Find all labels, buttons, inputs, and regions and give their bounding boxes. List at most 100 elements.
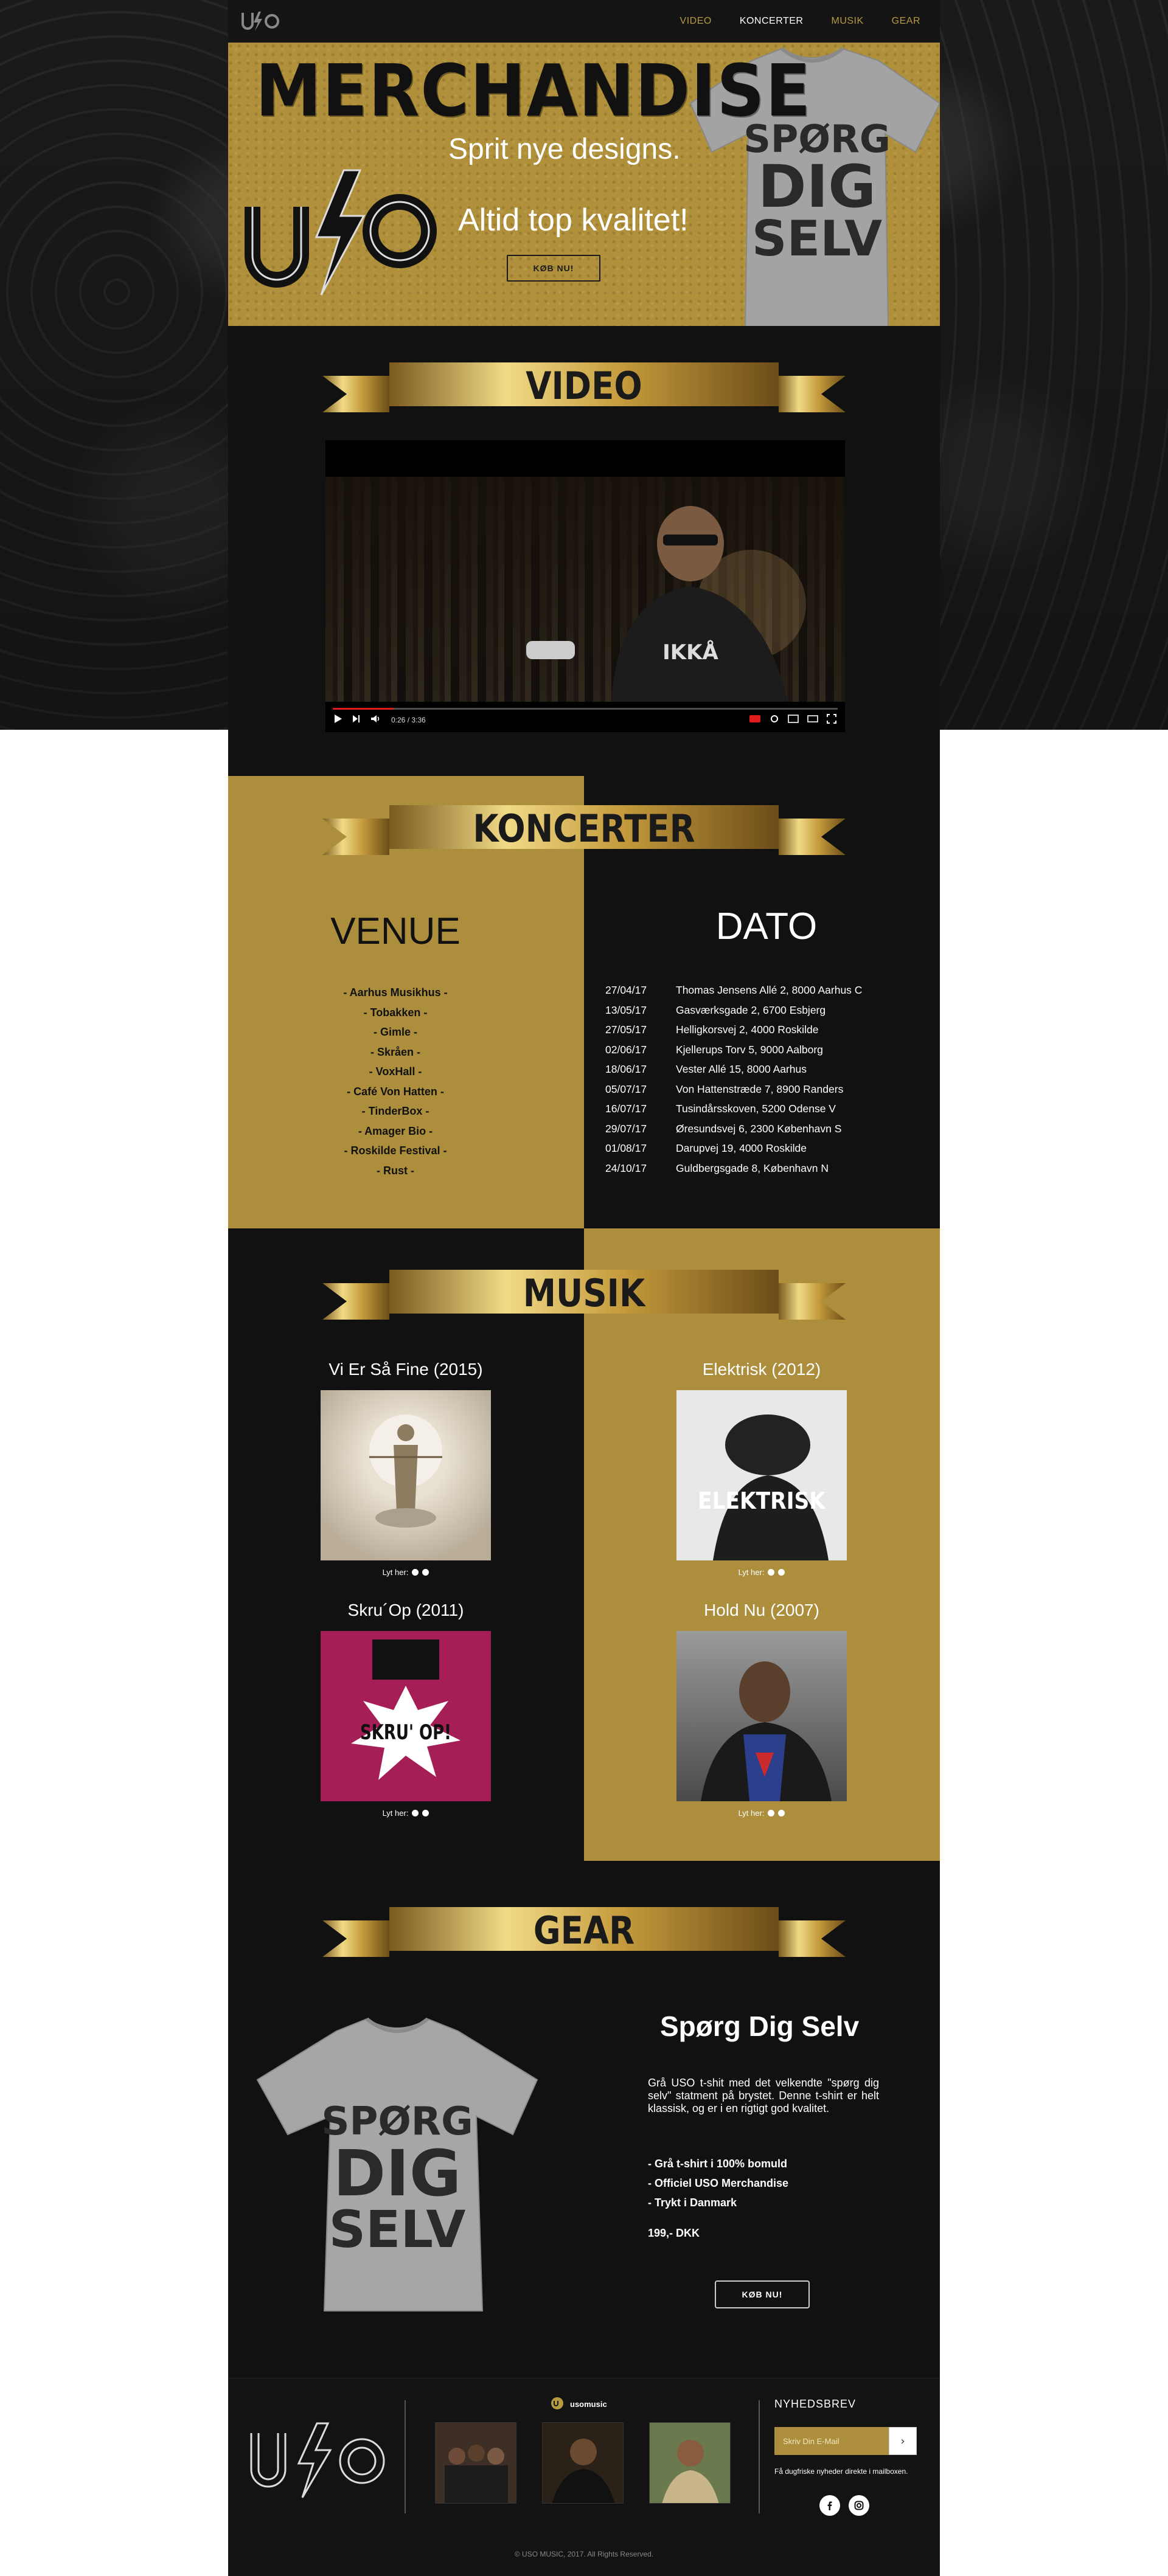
- concert-date: 27/04/17: [605, 984, 647, 996]
- spotify-icon[interactable]: [422, 1569, 429, 1576]
- instagram-icon[interactable]: [849, 2495, 869, 2516]
- album-card: Elektrisk (2012) ELEKTRISK Lyt her:: [676, 1360, 847, 1577]
- copyright: © USO MUSIC, 2017. All Rights Reserved.: [514, 2550, 654, 2558]
- instagram-photo[interactable]: [542, 2422, 624, 2504]
- play-icon[interactable]: [334, 714, 342, 727]
- hero-tagline-1: Sprit nye designs.: [448, 133, 681, 165]
- listen-links: Lyt her:: [321, 1568, 491, 1577]
- uso-logo[interactable]: [240, 9, 280, 33]
- venue-list: - Aarhus Musikhus - - Tobakken - - Gimle…: [228, 983, 563, 1180]
- list-item: 27/05/17 Helligkorsvej 2, 4000 Roskilde: [605, 1020, 862, 1040]
- list-item: - Amager Bio -: [358, 1124, 433, 1137]
- concert-date: 18/06/17: [605, 1063, 647, 1075]
- video-shirt-print: IKKÅ: [662, 640, 718, 665]
- spotify-icon[interactable]: [778, 1810, 785, 1816]
- volume-icon[interactable]: [370, 715, 381, 726]
- list-item: 16/07/17 Tusindårsskoven, 5200 Odense V: [605, 1099, 862, 1119]
- list-item: - VoxHall -: [369, 1065, 422, 1078]
- next-icon[interactable]: [352, 715, 361, 726]
- theater-icon[interactable]: [807, 715, 818, 726]
- newsletter-email-input[interactable]: [774, 2427, 889, 2455]
- product-price: 199,- DKK: [648, 2227, 700, 2239]
- music-section: MUSIK Vi Er Så Fine (2015) Lyt her: Elek…: [228, 1228, 940, 1861]
- product-description: Grå USO t-shit med det velkendte "spørg …: [648, 2077, 879, 2114]
- hero-buy-button[interactable]: KØB NU!: [507, 255, 600, 282]
- settings-icon[interactable]: [770, 714, 779, 727]
- footer-uso-logo[interactable]: [245, 2421, 391, 2500]
- concert-date: 01/08/17: [605, 1142, 647, 1154]
- venue-heading: VENUE: [330, 910, 461, 952]
- video-player[interactable]: IKKÅ 0:26 / 3:36: [325, 440, 845, 732]
- list-item: - Gimle -: [373, 1026, 417, 1038]
- hero-uso-logo: [245, 169, 437, 296]
- album-cover[interactable]: SKRU' OP!: [321, 1631, 491, 1801]
- list-item: 01/08/17 Darupvej 19, 4000 Roskilde: [605, 1138, 862, 1158]
- album-cover[interactable]: ELEKTRISK: [676, 1390, 847, 1560]
- footer-divider: [405, 2400, 406, 2513]
- newsletter-submit-button[interactable]: ›: [889, 2427, 917, 2455]
- instagram-photo[interactable]: [435, 2422, 516, 2504]
- video-heading: VIDEO: [526, 364, 642, 408]
- concert-date: 13/05/17: [605, 1003, 647, 1016]
- album-cover-text: SKRU' OP!: [360, 1720, 451, 1745]
- hero-shirt-text-3: SELV: [752, 210, 882, 267]
- merchandise-hero: SPØRG DIG SELV MERCHANDISE Sprit nye des…: [228, 43, 940, 326]
- nav-link-koncerter[interactable]: KONCERTER: [740, 16, 804, 27]
- list-item: - Rust -: [377, 1164, 414, 1177]
- concert-date: 02/06/17: [605, 1043, 647, 1056]
- concert-address: Guldbergsgade 8, København N: [676, 1162, 829, 1174]
- video-frame[interactable]: IKKÅ: [325, 477, 845, 702]
- date-heading: DATO: [715, 905, 818, 947]
- newsletter-hint: Få dugfriske nyheder direkte i mailboxen…: [774, 2467, 908, 2476]
- video-controls-right: [749, 713, 836, 727]
- footer-divider: [759, 2400, 760, 2513]
- nav-link-musik[interactable]: MUSIK: [831, 16, 863, 27]
- video-controls: 0:26 / 3:36: [325, 708, 845, 732]
- listen-label: Lyt her:: [382, 1568, 409, 1577]
- gear-buy-button[interactable]: KØB NU!: [715, 2280, 810, 2308]
- listen-label: Lyt her:: [738, 1568, 765, 1577]
- instagram-photo[interactable]: [649, 2422, 731, 2504]
- apple-music-icon[interactable]: [768, 1810, 775, 1816]
- concerts-heading: KONCERTER: [473, 806, 695, 851]
- footer: usomusic NYHEDSBREV › Få dugfriske nyhed…: [228, 2378, 940, 2576]
- page-container: VIDEO KONCERTER MUSIK GEAR SPØRG DIG SEL…: [228, 0, 940, 2576]
- concerts-banner: KONCERTER: [322, 794, 846, 866]
- nav-link-gear[interactable]: GEAR: [892, 16, 920, 27]
- album-cover[interactable]: [676, 1631, 847, 1801]
- concerts-section: VENUE - Aarhus Musikhus - - Tobakken - -…: [228, 776, 940, 1228]
- apple-music-icon[interactable]: [412, 1569, 419, 1576]
- video-section: VIDEO IKKÅ 0:26 / 3:36: [228, 326, 940, 776]
- list-item: - Aarhus Musikhus -: [343, 986, 448, 999]
- concert-date: 05/07/17: [605, 1082, 647, 1095]
- apple-music-icon[interactable]: [768, 1569, 775, 1576]
- album-title: Skru´Op (2011): [347, 1601, 464, 1619]
- spotify-icon[interactable]: [778, 1569, 785, 1576]
- list-item: - TinderBox -: [361, 1105, 429, 1117]
- album-title: Elektrisk (2012): [702, 1360, 821, 1379]
- date-list: 27/04/17 Thomas Jensens Allé 2, 8000 Aarh…: [605, 980, 862, 1178]
- fullscreen-icon[interactable]: [827, 713, 836, 727]
- music-heading: MUSIK: [523, 1271, 645, 1315]
- listen-label: Lyt her:: [738, 1809, 765, 1818]
- apple-music-icon[interactable]: [412, 1810, 419, 1816]
- video-banner: VIDEO: [322, 351, 846, 423]
- product-features: - Grå t-shirt i 100% bomuld - Officiel U…: [648, 2154, 788, 2212]
- gear-section: GEAR SPØRG DIG SELV Spørg Dig Selv Grå U…: [228, 1861, 940, 2378]
- video-progress-bar[interactable]: [333, 708, 838, 710]
- listen-links: Lyt her:: [321, 1809, 491, 1818]
- list-item: 27/04/17 Thomas Jensens Allé 2, 8000 Aarh…: [605, 980, 862, 1000]
- miniplayer-icon[interactable]: [788, 714, 799, 726]
- instagram-handle[interactable]: usomusic: [551, 2397, 607, 2412]
- album-card: Vi Er Så Fine (2015) Lyt her:: [321, 1360, 491, 1577]
- list-item: - Trykt i Danmark: [648, 2197, 737, 2209]
- album-card: Hold Nu (2007) Lyt her:: [676, 1601, 847, 1818]
- music-banner: MUSIK: [322, 1259, 846, 1331]
- captions-icon[interactable]: [749, 715, 761, 726]
- spotify-icon[interactable]: [422, 1810, 429, 1816]
- list-item: - Roskilde Festival -: [344, 1144, 447, 1157]
- concert-date: 24/10/17: [605, 1162, 647, 1174]
- album-cover[interactable]: [321, 1390, 491, 1560]
- facebook-icon[interactable]: [819, 2495, 840, 2516]
- nav-link-video[interactable]: VIDEO: [680, 16, 712, 27]
